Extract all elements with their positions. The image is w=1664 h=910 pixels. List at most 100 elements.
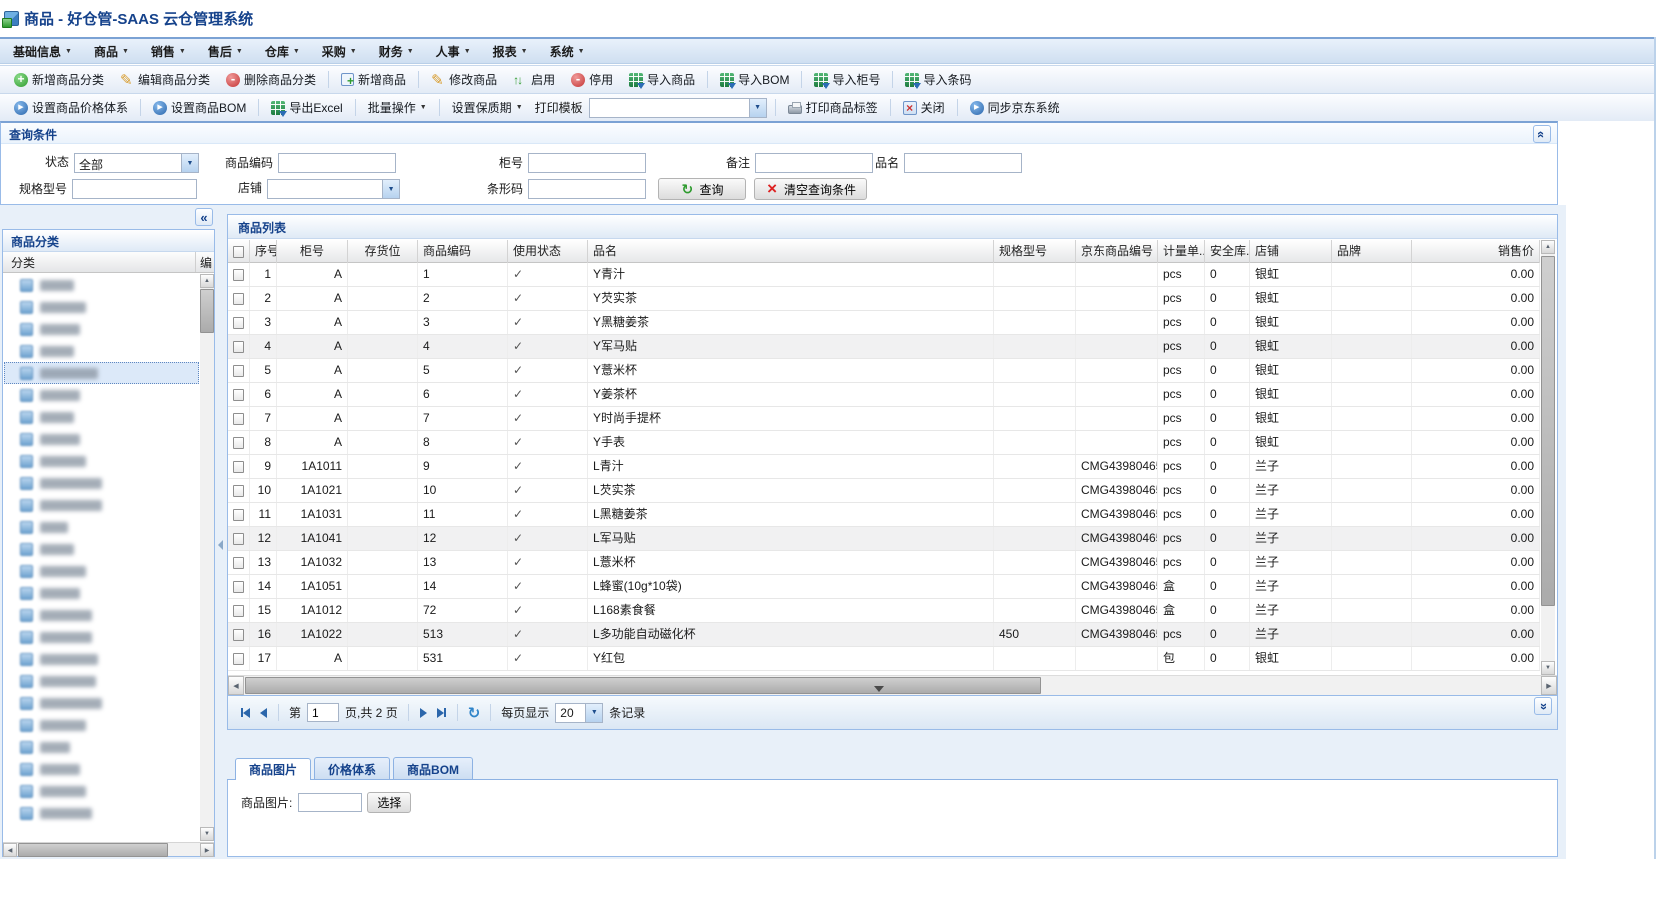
toolbar-button-enable[interactable]: 启用	[505, 67, 563, 92]
category-column-code[interactable]: 编	[196, 252, 214, 272]
menubar-item-0[interactable]: 基础信息▼	[2, 40, 83, 63]
toolbar-button-set-shelf-life[interactable]: 设置保质期▼	[444, 95, 531, 120]
table-horizontal-scrollbar[interactable]: ◀ ▶	[228, 675, 1557, 695]
scrollbar-thumb[interactable]	[200, 289, 214, 333]
toolbar-button-set-price-system[interactable]: 设置商品价格体系	[6, 95, 136, 120]
category-tree-item[interactable]	[4, 692, 199, 714]
row-checkbox[interactable]	[233, 317, 244, 329]
category-tree-item[interactable]	[4, 428, 199, 450]
query-input-cabinet[interactable]	[528, 153, 646, 173]
category-tree-item[interactable]	[4, 670, 199, 692]
category-tree-item[interactable]	[4, 406, 199, 428]
search-button[interactable]: 查询	[658, 178, 746, 200]
row-checkbox[interactable]	[233, 485, 244, 497]
category-tree-item[interactable]	[4, 516, 199, 538]
toolbar-button-add-product[interactable]: 新增商品	[333, 67, 414, 92]
scroll-up-icon[interactable]: ▲	[1541, 240, 1555, 254]
scroll-right-icon[interactable]: ▶	[200, 843, 214, 857]
category-tree-item[interactable]	[4, 472, 199, 494]
toolbar-button-delete-category[interactable]: 删除商品分类	[218, 67, 324, 92]
category-tree-item[interactable]	[4, 450, 199, 472]
column-header-10[interactable]: 店铺	[1250, 240, 1332, 263]
row-checkbox[interactable]	[233, 437, 244, 449]
row-checkbox[interactable]	[233, 461, 244, 473]
scroll-right-icon[interactable]: ▶	[1541, 676, 1557, 695]
per-page-select[interactable]: 20 ▼	[555, 703, 603, 723]
category-tree-item[interactable]	[4, 560, 199, 582]
menubar-item-7[interactable]: 人事▼	[425, 40, 482, 63]
menubar-item-9[interactable]: 系统▼	[539, 40, 596, 63]
scroll-down-icon[interactable]: ▼	[200, 827, 214, 841]
table-row[interactable]: 6A6✓Y姜茶杯pcs0银虹0.00	[228, 383, 1540, 407]
collapse-sidebar-button[interactable]: «	[195, 208, 213, 226]
query-input-spec-model[interactable]	[72, 179, 197, 199]
table-row[interactable]: 91A10119✓L青汁CMG43980465...pcs0兰子0.00	[228, 455, 1540, 479]
scrollbar-thumb[interactable]	[245, 677, 1041, 694]
category-tree-item[interactable]	[4, 648, 199, 670]
toolbar-button-close[interactable]: 关闭	[895, 95, 953, 120]
toolbar-button-batch-operation[interactable]: 批量操作▼	[360, 95, 435, 120]
scrollbar-thumb[interactable]	[1541, 256, 1555, 606]
toolbar-button-edit-product[interactable]: 修改商品	[423, 67, 505, 92]
category-tree-item[interactable]	[4, 296, 199, 318]
table-row[interactable]: 4A4✓Y军马贴pcs0银虹0.00	[228, 335, 1540, 359]
category-tree-item[interactable]	[4, 604, 199, 626]
table-row[interactable]: 2A2✓Y芡实茶pcs0银虹0.00	[228, 287, 1540, 311]
table-row[interactable]: 111A103111✓L黑糖姜茶CMG43980465...pcs0兰子0.00	[228, 503, 1540, 527]
category-tree-item[interactable]	[4, 780, 199, 802]
row-checkbox[interactable]	[233, 365, 244, 377]
tab-1[interactable]: 价格体系	[314, 757, 390, 779]
category-tree-item[interactable]	[4, 318, 199, 340]
prev-page-button[interactable]	[260, 708, 267, 718]
chevron-down-icon[interactable]: ▼	[749, 99, 766, 117]
toolbar-button-disable[interactable]: 停用	[563, 67, 621, 92]
column-header-7[interactable]: 京东商品编号	[1076, 240, 1158, 263]
table-row[interactable]: 161A1022513✓L多功能自动磁化杯450CMG43980465...pc…	[228, 623, 1540, 647]
query-select-shop[interactable]: ▼	[267, 179, 400, 199]
row-checkbox[interactable]	[233, 389, 244, 401]
category-tree-item[interactable]	[4, 538, 199, 560]
table-row[interactable]: 3A3✓Y黑糖姜茶pcs0银虹0.00	[228, 311, 1540, 335]
collapse-query-button[interactable]: «	[1533, 125, 1551, 143]
menubar-item-3[interactable]: 售后▼	[197, 40, 254, 63]
toolbar-button-sync-jd[interactable]: 同步京东系统	[962, 95, 1068, 120]
query-input-remark[interactable]	[755, 153, 873, 173]
row-checkbox[interactable]	[233, 533, 244, 545]
scroll-down-icon[interactable]: ▼	[1541, 661, 1555, 675]
last-page-button[interactable]	[437, 708, 446, 718]
chevron-down-icon[interactable]: ▼	[382, 180, 399, 198]
column-header-8[interactable]: 计量单...	[1158, 240, 1205, 263]
tab-0[interactable]: 商品图片	[235, 758, 311, 780]
bottom-splitter-handle[interactable]	[874, 686, 884, 692]
scroll-up-icon[interactable]: ▲	[200, 274, 214, 288]
row-checkbox[interactable]	[233, 629, 244, 641]
table-row[interactable]: 17A531✓Y红包包0银虹0.00	[228, 647, 1540, 671]
column-header-2[interactable]: 存货位	[348, 240, 418, 263]
category-tree-item[interactable]	[4, 626, 199, 648]
menubar-item-5[interactable]: 采购▼	[311, 40, 368, 63]
column-header-1[interactable]: 柜号	[277, 240, 348, 263]
query-input-product-code[interactable]	[278, 153, 396, 173]
toolbar-button-import-cabinet[interactable]: 导入柜号	[806, 67, 888, 92]
chevron-down-icon[interactable]: ▼	[181, 154, 198, 172]
refresh-icon[interactable]: ↻	[468, 704, 481, 722]
row-checkbox[interactable]	[233, 509, 244, 521]
row-checkbox[interactable]	[233, 557, 244, 569]
next-page-button[interactable]	[420, 708, 427, 718]
menubar-item-1[interactable]: 商品▼	[83, 40, 140, 63]
category-tree-item[interactable]	[4, 340, 199, 362]
clear-query-button[interactable]: 清空查询条件	[754, 178, 867, 200]
scroll-left-icon[interactable]: ◀	[228, 676, 244, 695]
toolbar-button-import-product[interactable]: 导入商品	[621, 67, 703, 92]
menubar-item-8[interactable]: 报表▼	[482, 40, 539, 63]
product-image-input[interactable]	[298, 793, 362, 812]
category-tree-item[interactable]	[4, 582, 199, 604]
table-row[interactable]: 131A103213✓L薏米杯CMG43980465...pcs0兰子0.00	[228, 551, 1540, 575]
table-row[interactable]: 101A102110✓L芡实茶CMG43980465...pcs0兰子0.00	[228, 479, 1540, 503]
column-header-0[interactable]: 序号	[250, 240, 277, 263]
toolbar-button-import-bom[interactable]: 导入BOM	[712, 67, 797, 92]
query-input-product-name[interactable]	[904, 153, 1022, 173]
category-column-name[interactable]: 分类	[3, 252, 196, 272]
print-template-select[interactable]: ▼	[589, 98, 767, 118]
column-header-9[interactable]: 安全库...	[1205, 240, 1250, 263]
